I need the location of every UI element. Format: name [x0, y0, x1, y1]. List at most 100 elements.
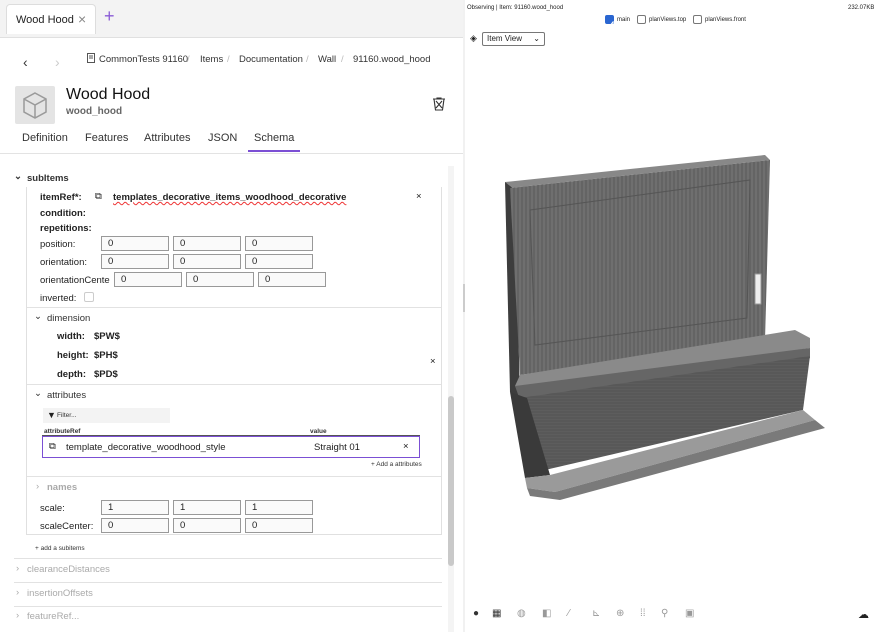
subitems-label: subItems [27, 173, 69, 184]
document-tab[interactable]: Wood Hood × [6, 4, 96, 34]
divider [14, 558, 442, 559]
divider [27, 476, 441, 477]
sphere-icon[interactable]: ◍ [517, 608, 526, 619]
depth-label: depth: [57, 369, 87, 380]
chevron-down-icon[interactable]: ⌄ [34, 311, 42, 322]
inverted-label: inverted: [40, 293, 77, 304]
target-icon[interactable]: ⊕ [616, 608, 624, 619]
schema-panel: ⌄ subItems itemRef*: ⧉ templates_decorat… [10, 163, 453, 632]
condition-label: condition: [40, 208, 86, 219]
filter-icon: ▼ [47, 410, 56, 420]
cube-outline-icon[interactable]: ◧ [542, 608, 551, 619]
scale-center-label: scaleCenter: [40, 521, 94, 532]
divider [14, 582, 442, 583]
orientation-center-label: orientationCente [40, 275, 110, 286]
document-tab-title: Wood Hood [16, 14, 74, 26]
tab-definition[interactable]: Definition [22, 132, 68, 144]
names-label: names [47, 482, 78, 493]
breadcrumb-separator: / [227, 54, 230, 65]
ruler-icon[interactable]: ⊾ [592, 608, 600, 619]
orientation-z-input[interactable]: 0 [245, 254, 313, 269]
viewer-panel: Observing | Item: 91160.wood_hood 232.07… [465, 0, 889, 632]
clearance-distances-label[interactable]: clearanceDistances [27, 564, 110, 575]
scale-center-y-input[interactable]: 0 [173, 518, 241, 533]
dots-icon[interactable]: ⁞⁞ [640, 608, 646, 619]
scrollbar[interactable] [448, 166, 454, 632]
grid-icon[interactable]: ▦ [492, 608, 501, 619]
tab-features[interactable]: Features [85, 132, 128, 144]
wood-hood-3d-model[interactable] [465, 0, 889, 632]
insertion-offsets-label[interactable]: insertionOffsets [27, 588, 93, 599]
position-label: position: [40, 239, 76, 250]
breadcrumb-separator: / [187, 54, 190, 65]
breadcrumb: ‹ › CommonTests 91160 / Items / Document… [0, 52, 463, 70]
clear-itemref-icon[interactable]: × [416, 191, 422, 202]
divider [14, 606, 442, 607]
trash-icon[interactable] [431, 96, 447, 112]
cloud-upload-icon[interactable]: ☁ [858, 608, 869, 621]
chevron-right-icon[interactable]: › [16, 610, 19, 621]
scale-y-input[interactable]: 1 [173, 500, 241, 515]
breadcrumb-item[interactable]: CommonTests 91160 [99, 54, 188, 65]
position-x-input[interactable]: 0 [101, 236, 169, 251]
repetitions-label: repetitions: [40, 223, 92, 234]
close-icon[interactable]: × [78, 11, 86, 27]
scale-center-z-input[interactable]: 0 [245, 518, 313, 533]
chevron-right-icon[interactable]: › [36, 481, 39, 492]
orientation-x-input[interactable]: 0 [101, 254, 169, 269]
editor-panel: Wood Hood × + ‹ › CommonTests 91160 / It… [0, 0, 463, 632]
tab-json[interactable]: JSON [208, 132, 237, 144]
breadcrumb-separator: / [341, 54, 344, 65]
scale-center-x-input[interactable]: 0 [101, 518, 169, 533]
chevron-right-icon[interactable]: › [16, 563, 19, 574]
width-label: width: [57, 331, 85, 342]
orientation-center-z-input[interactable]: 0 [258, 272, 326, 287]
filter-input[interactable]: ▼ Filter... [43, 408, 170, 423]
tab-schema[interactable]: Schema [248, 132, 300, 152]
page-title: Wood Hood [66, 86, 151, 103]
orientation-center-y-input[interactable]: 0 [186, 272, 254, 287]
depth-value[interactable]: $PD$ [94, 369, 118, 380]
position-z-input[interactable]: 0 [245, 236, 313, 251]
orientation-y-input[interactable]: 0 [173, 254, 241, 269]
clear-dimension-icon[interactable]: × [430, 356, 436, 367]
brush-icon[interactable]: ⁄ [568, 608, 570, 619]
tab-attributes[interactable]: Attributes [144, 132, 190, 144]
scale-z-input[interactable]: 1 [245, 500, 313, 515]
back-icon[interactable]: ‹ [23, 54, 28, 70]
feature-ref-label[interactable]: featureRef... [27, 611, 79, 622]
breadcrumb-item[interactable]: Wall [318, 54, 336, 65]
tab-strip: Wood Hood × + [0, 0, 463, 38]
scrollbar-thumb[interactable] [448, 396, 454, 566]
remove-row-icon[interactable]: × [403, 441, 409, 452]
orientation-center-x-input[interactable]: 0 [114, 272, 182, 287]
itemref-value[interactable]: templates_decorative_items_woodhood_deco… [113, 192, 346, 203]
table-row[interactable]: ⧉ template_decorative_woodhood_style Str… [42, 436, 420, 458]
palette-icon[interactable]: ● [473, 608, 479, 619]
breadcrumb-item[interactable]: Items [200, 54, 223, 65]
inverted-checkbox[interactable] [84, 292, 94, 302]
breadcrumb-item[interactable]: Documentation [239, 54, 303, 65]
breadcrumb-item[interactable]: 91160.wood_hood [353, 54, 430, 65]
chevron-right-icon[interactable]: › [16, 587, 19, 598]
column-header-attributeref: attributeRef [44, 428, 81, 435]
width-value[interactable]: $PW$ [94, 331, 120, 342]
chevron-down-icon[interactable]: ⌄ [34, 388, 42, 399]
height-value[interactable]: $PH$ [94, 350, 118, 361]
add-subitems-button[interactable]: + add a subitems [35, 545, 85, 552]
add-attributes-button[interactable]: + Add a attributes [371, 461, 422, 468]
hierarchy-icon[interactable]: ⚲ [661, 608, 668, 619]
dimension-label: dimension [47, 313, 91, 324]
add-tab-icon[interactable]: + [104, 6, 115, 27]
image-icon[interactable]: ▣ [685, 608, 694, 619]
forward-icon[interactable]: › [55, 54, 60, 70]
divider [27, 384, 441, 385]
external-link-icon[interactable]: ⧉ [95, 191, 102, 202]
height-label: height: [57, 350, 89, 361]
external-link-icon[interactable]: ⧉ [49, 441, 56, 452]
position-y-input[interactable]: 0 [173, 236, 241, 251]
scale-x-input[interactable]: 1 [101, 500, 169, 515]
orientation-label: orientation: [40, 257, 88, 268]
chevron-down-icon[interactable]: ⌄ [14, 171, 22, 182]
tab-bar: Definition Features Attributes JSON Sche… [0, 128, 463, 154]
